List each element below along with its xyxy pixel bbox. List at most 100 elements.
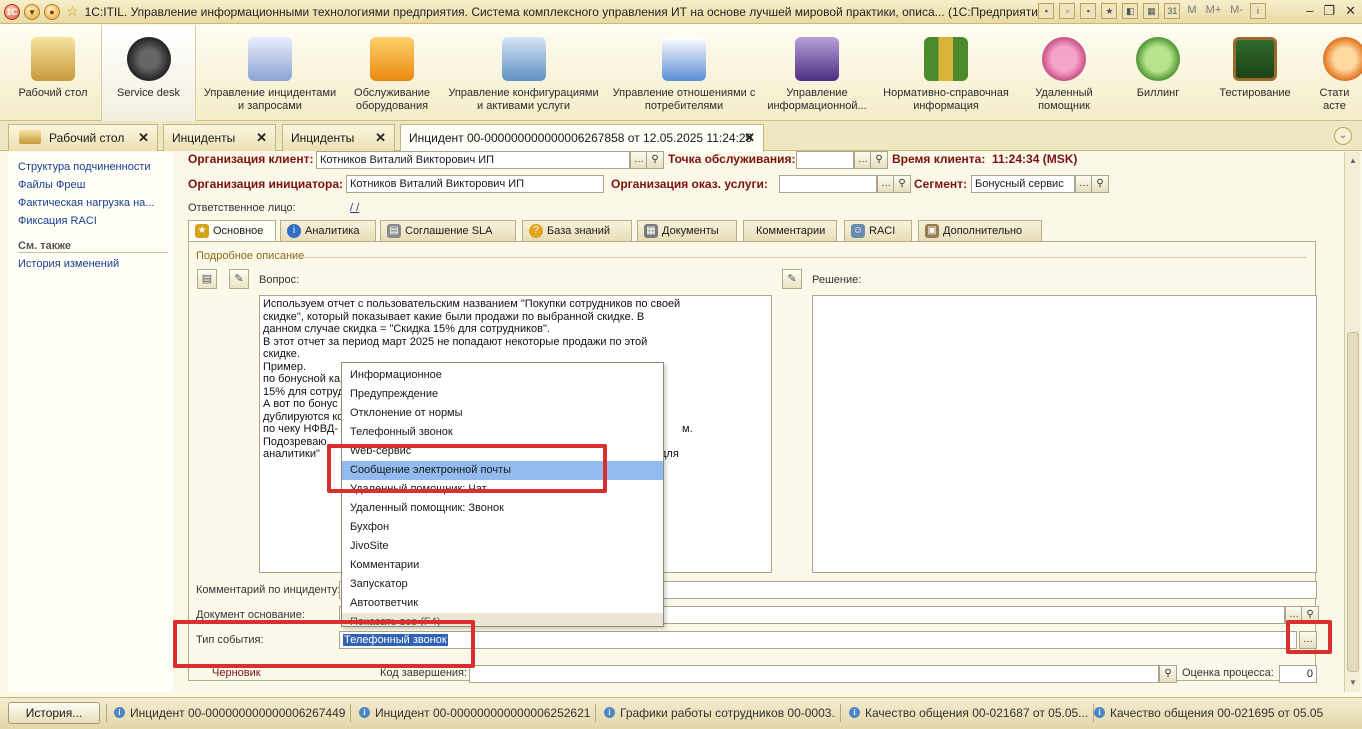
section-reference-info[interactable]: Нормативно-справочная информация: [877, 25, 1015, 121]
task-item[interactable]: i Инцидент 00-000000000000006252621 ...: [359, 706, 591, 720]
dropdown-option[interactable]: Комментарии: [342, 556, 663, 575]
memory-minus-button[interactable]: M-: [1228, 3, 1245, 19]
dropdown-option[interactable]: Телефонный звонок: [342, 423, 663, 442]
client-org-search-icon[interactable]: ⚲: [646, 151, 664, 169]
responsible-link[interactable]: / /: [350, 202, 359, 214]
question-icon: ?: [529, 224, 543, 238]
memory-m-button[interactable]: M: [1185, 3, 1198, 19]
favorites-star-icon[interactable]: ☆: [66, 3, 79, 20]
section-testing[interactable]: Тестирование: [1207, 25, 1303, 121]
binders-icon: [924, 37, 968, 81]
task-item[interactable]: i Качество общения 00-021687 от 05.05....: [849, 706, 1089, 720]
preview-icon[interactable]: ▪: [1080, 3, 1097, 19]
history-button[interactable]: История...: [8, 702, 100, 724]
status-draft-link[interactable]: Черновик: [212, 667, 261, 679]
section-billing[interactable]: Биллинг: [1113, 25, 1203, 121]
add-favorite-icon[interactable]: ★: [1101, 3, 1118, 19]
section-information[interactable]: Управление информационной...: [762, 25, 872, 121]
users-icon: ☺: [851, 224, 865, 238]
section-service-desk[interactable]: Service desk: [101, 25, 196, 121]
service-point-search-icon[interactable]: ⚲: [870, 151, 888, 169]
segment-field[interactable]: Бонусный сервис: [971, 175, 1075, 193]
memory-plus-button[interactable]: M+: [1204, 3, 1224, 19]
scroll-thumb[interactable]: [1347, 332, 1359, 672]
provider-org-search-icon[interactable]: ⚲: [893, 175, 911, 193]
completion-code-field[interactable]: [469, 665, 1159, 683]
tab-incident-current[interactable]: Инцидент 00-000000000000006267858 от 12.…: [400, 124, 764, 152]
dropdown-option[interactable]: Автоответчик: [342, 594, 663, 613]
close-tab-icon[interactable]: ✕: [744, 130, 755, 146]
section-desktop[interactable]: Рабочий стол: [8, 25, 98, 121]
minimize-icon[interactable]: –: [1306, 3, 1313, 19]
nav-link-history[interactable]: История изменений: [18, 258, 119, 270]
calculator-icon[interactable]: ▦: [1143, 3, 1160, 19]
process-score-field[interactable]: 0: [1279, 665, 1317, 683]
section-label: Управление отношениями с потребителями: [612, 87, 756, 112]
tab-incidents-1[interactable]: Инциденты ✕: [163, 124, 276, 151]
service-point-field[interactable]: [796, 151, 854, 169]
taskbar-divider: [840, 704, 841, 722]
tab-comments[interactable]: Комментарии: [743, 220, 837, 241]
close-tab-icon[interactable]: ✕: [375, 130, 386, 146]
provider-org-field[interactable]: [779, 175, 877, 193]
tab-knowledge-base[interactable]: ? База знаний: [522, 220, 632, 241]
nav-link-structure[interactable]: Структура подчиненности: [18, 161, 151, 173]
task-item[interactable]: i Графики работы сотрудников 00-0003...: [604, 706, 836, 720]
dropdown-option[interactable]: Информационное: [342, 366, 663, 385]
completion-code-search-icon[interactable]: ⚲: [1159, 665, 1177, 683]
taskbar-divider: [595, 704, 596, 722]
segment-search-icon[interactable]: ⚲: [1091, 175, 1109, 193]
solution-label: Решение:: [812, 274, 862, 286]
close-window-icon[interactable]: ✕: [1345, 3, 1356, 19]
scroll-down-icon[interactable]: ▼: [1346, 676, 1360, 690]
client-org-field[interactable]: Котников Виталий Викторович ИП: [316, 151, 630, 169]
home-icon[interactable]: ●: [44, 3, 60, 20]
event-type-field[interactable]: Телефонный звонок: [339, 631, 1297, 649]
dropdown-option[interactable]: Запускатор: [342, 575, 663, 594]
section-configurations[interactable]: Управление конфигурациями и активами усл…: [442, 25, 605, 121]
tab-label: Рабочий стол: [49, 131, 125, 145]
history-nav-icon[interactable]: ◧: [1122, 3, 1139, 19]
calendar-icon[interactable]: 31: [1164, 3, 1181, 19]
main-menu-icon[interactable]: ▾: [24, 3, 40, 20]
dropdown-option[interactable]: Бухфон: [342, 518, 663, 537]
dropdown-option[interactable]: JivoSite: [342, 537, 663, 556]
tab-main[interactable]: ★ Основное: [188, 220, 276, 242]
collapse-panel-icon[interactable]: ⌄: [1334, 127, 1352, 145]
tab-additional[interactable]: ▣ Дополнительно: [918, 220, 1042, 241]
section-statistics[interactable]: Стати асте: [1307, 25, 1362, 121]
nav-link-files[interactable]: Файлы Фреш: [18, 179, 85, 191]
question-edit-button[interactable]: ✎: [229, 269, 249, 289]
dropdown-option[interactable]: Удаленный помощник: Звонок: [342, 499, 663, 518]
solution-edit-button[interactable]: ✎: [782, 269, 802, 289]
tab-incidents-2[interactable]: Инциденты ✕: [282, 124, 395, 151]
dropdown-option[interactable]: Предупреждение: [342, 385, 663, 404]
section-equipment[interactable]: Обслуживание оборудования: [345, 25, 439, 121]
tab-label: Комментарии: [756, 225, 826, 237]
scroll-up-icon[interactable]: ▲: [1346, 154, 1360, 168]
close-tab-icon[interactable]: ✕: [256, 130, 267, 146]
tab-sla[interactable]: ▤ Соглашение SLA: [380, 220, 516, 241]
section-remote-assistant[interactable]: Удаленный помощник: [1019, 25, 1109, 121]
initiator-org-field[interactable]: Котников Виталий Викторович ИП: [346, 175, 604, 193]
nav-link-raci[interactable]: Фиксация RACI: [18, 215, 97, 227]
tab-raci[interactable]: ☺ RACI: [844, 220, 912, 241]
print-icon[interactable]: ▫: [1059, 3, 1076, 19]
section-customer-relations[interactable]: Управление отношениями с потребителями: [609, 25, 759, 121]
save-icon[interactable]: ▪: [1038, 3, 1055, 19]
close-tab-icon[interactable]: ✕: [138, 130, 149, 146]
tab-documents[interactable]: ▦ Документы: [637, 220, 737, 241]
task-item[interactable]: i Качество общения 00-021695 от 05.05....: [1094, 706, 1324, 720]
nav-link-workload[interactable]: Фактическая нагрузка на...: [18, 197, 154, 209]
tab-analytics[interactable]: i Аналитика: [280, 220, 376, 241]
maximize-icon[interactable]: ❐: [1323, 3, 1335, 19]
dropdown-option[interactable]: Отклонение от нормы: [342, 404, 663, 423]
tab-desktop[interactable]: Рабочий стол ✕: [8, 124, 158, 151]
section-incidents[interactable]: Управление инцидентами и запросами: [199, 25, 341, 121]
solution-textarea[interactable]: [812, 295, 1317, 573]
app-logo-icon[interactable]: 1С: [4, 3, 20, 20]
info-icon[interactable]: i: [1250, 3, 1266, 19]
vertical-scrollbar[interactable]: ▲ ▼: [1344, 152, 1360, 692]
question-template-button[interactable]: ▤: [197, 269, 217, 289]
task-item[interactable]: i Инцидент 00-000000000000006267449 ...: [114, 706, 346, 720]
